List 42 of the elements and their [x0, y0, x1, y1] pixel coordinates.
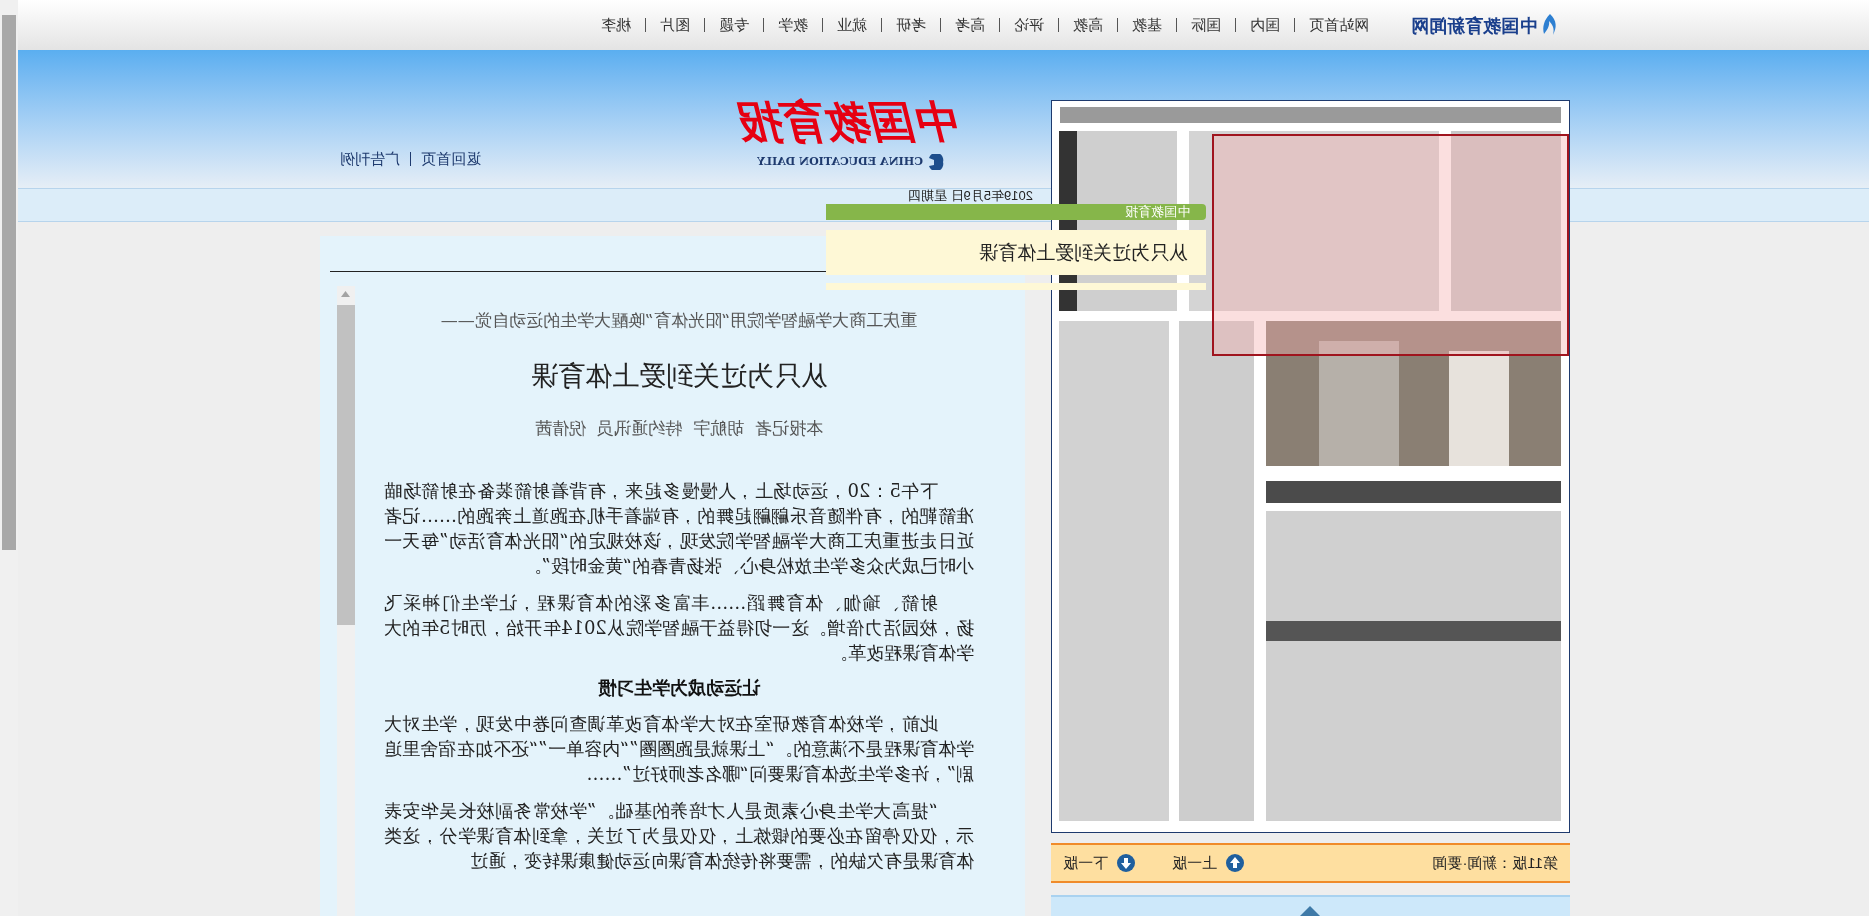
- nav-link[interactable]: 桃李: [587, 18, 645, 32]
- collapse-bar[interactable]: [1051, 895, 1570, 916]
- nav-link[interactable]: 教学: [763, 18, 822, 32]
- header-link[interactable]: 返回首页: [410, 152, 491, 166]
- article-byline: 本报记者 胡航宇 特约通讯员 倪倩茜: [535, 417, 823, 440]
- nav-link[interactable]: 考研: [881, 18, 940, 32]
- headline-text: 从只为过关到爱上体育课: [979, 240, 1188, 266]
- page-scrollbar-thumb[interactable]: [2, 15, 16, 550]
- section-heading: 让运动成为学生习惯: [597, 676, 762, 699]
- paragraph: 此前，学校体育教研室在对大学体育改革调查问卷中发现，学生对大学体育课程是不满意的。“上课就是跑圈圈”“内容单一”“还不如在宿舍里追剧”，许多学生选体育课要问“哪名老师好过”……: [384, 711, 974, 786]
- nav-link[interactable]: 国内: [1235, 18, 1294, 32]
- arrow-down-icon: [1116, 853, 1136, 873]
- paragraph: 下午5：20，运动场上，人慢慢多起来，有背着射箭装备在射箭场瞄准箭靶的，有伴随音乐翩翩起舞的，有端着手机在跑道上奔跑的……记者近日走进重庆工商大学融智学院发现，该校规定的“阳光体育活动”每天一小时已成为众多学生放松身心、张扬青春的“黄金时段”。: [384, 478, 974, 578]
- flame-icon: [1541, 13, 1559, 37]
- highlight-box[interactable]: [1212, 134, 1569, 356]
- masthead-subtitle: CHINA EDUCATION DAILY: [757, 153, 923, 170]
- nav-link[interactable]: 专题: [704, 18, 763, 32]
- nav-link[interactable]: 网站首页: [1294, 18, 1383, 32]
- site-logo[interactable]: 中国教育新闻网: [1411, 11, 1537, 39]
- date-text: 2019年5月9日 星期四: [908, 189, 1033, 203]
- next-page-link[interactable]: 下一版: [1063, 851, 1136, 875]
- nav-link[interactable]: 就业: [822, 18, 881, 32]
- scroll-up-icon: [341, 291, 351, 297]
- nav-link[interactable]: 图片: [645, 18, 704, 32]
- nav-link[interactable]: 高考: [940, 18, 999, 32]
- article-title: 从只为过关到爱上体育课: [530, 358, 828, 393]
- scrollbar[interactable]: [337, 286, 355, 916]
- paragraph: 射箭、瑜伽、体育舞蹈……丰富多彩的体育课程，让学生们神采飞扬，校园活力倍增。这一切得益于融智学院从2014年开始，历时5年的大学体育课程改革。: [384, 590, 974, 665]
- nav-link[interactable]: 国际: [1176, 18, 1235, 32]
- article-kicker: 重庆工商大学融智学院用“阳光体育”唤醒大学生的运动自觉——: [439, 309, 919, 332]
- arrow-up-icon: [1225, 853, 1245, 873]
- masthead-logo: 中国教育报: [741, 94, 961, 149]
- previous-page-link[interactable]: 上一版: [1172, 851, 1245, 875]
- paragraph: “提高大学生身心素质是人才培养的基础。”学校常务副校长吴华安表示，仅仅停留在必要的锻炼上，仅仅是为了过关，拿到体育课学分，这类体育课是有欠缺的，需要将传统体育课向运动健康课转变，通过: [384, 798, 974, 873]
- header-link[interactable]: 广告刊例: [330, 152, 410, 166]
- scrollbar-thumb[interactable]: [337, 305, 355, 625]
- nav-link[interactable]: 基教: [1117, 18, 1176, 32]
- up-triangle-icon: [1300, 906, 1321, 916]
- page-label: 第11版：新闻·要闻: [1432, 852, 1558, 873]
- nav-link[interactable]: 高教: [1058, 18, 1117, 32]
- nav-link[interactable]: 评论: [999, 18, 1058, 32]
- label-text: 中国教育报: [1125, 204, 1190, 220]
